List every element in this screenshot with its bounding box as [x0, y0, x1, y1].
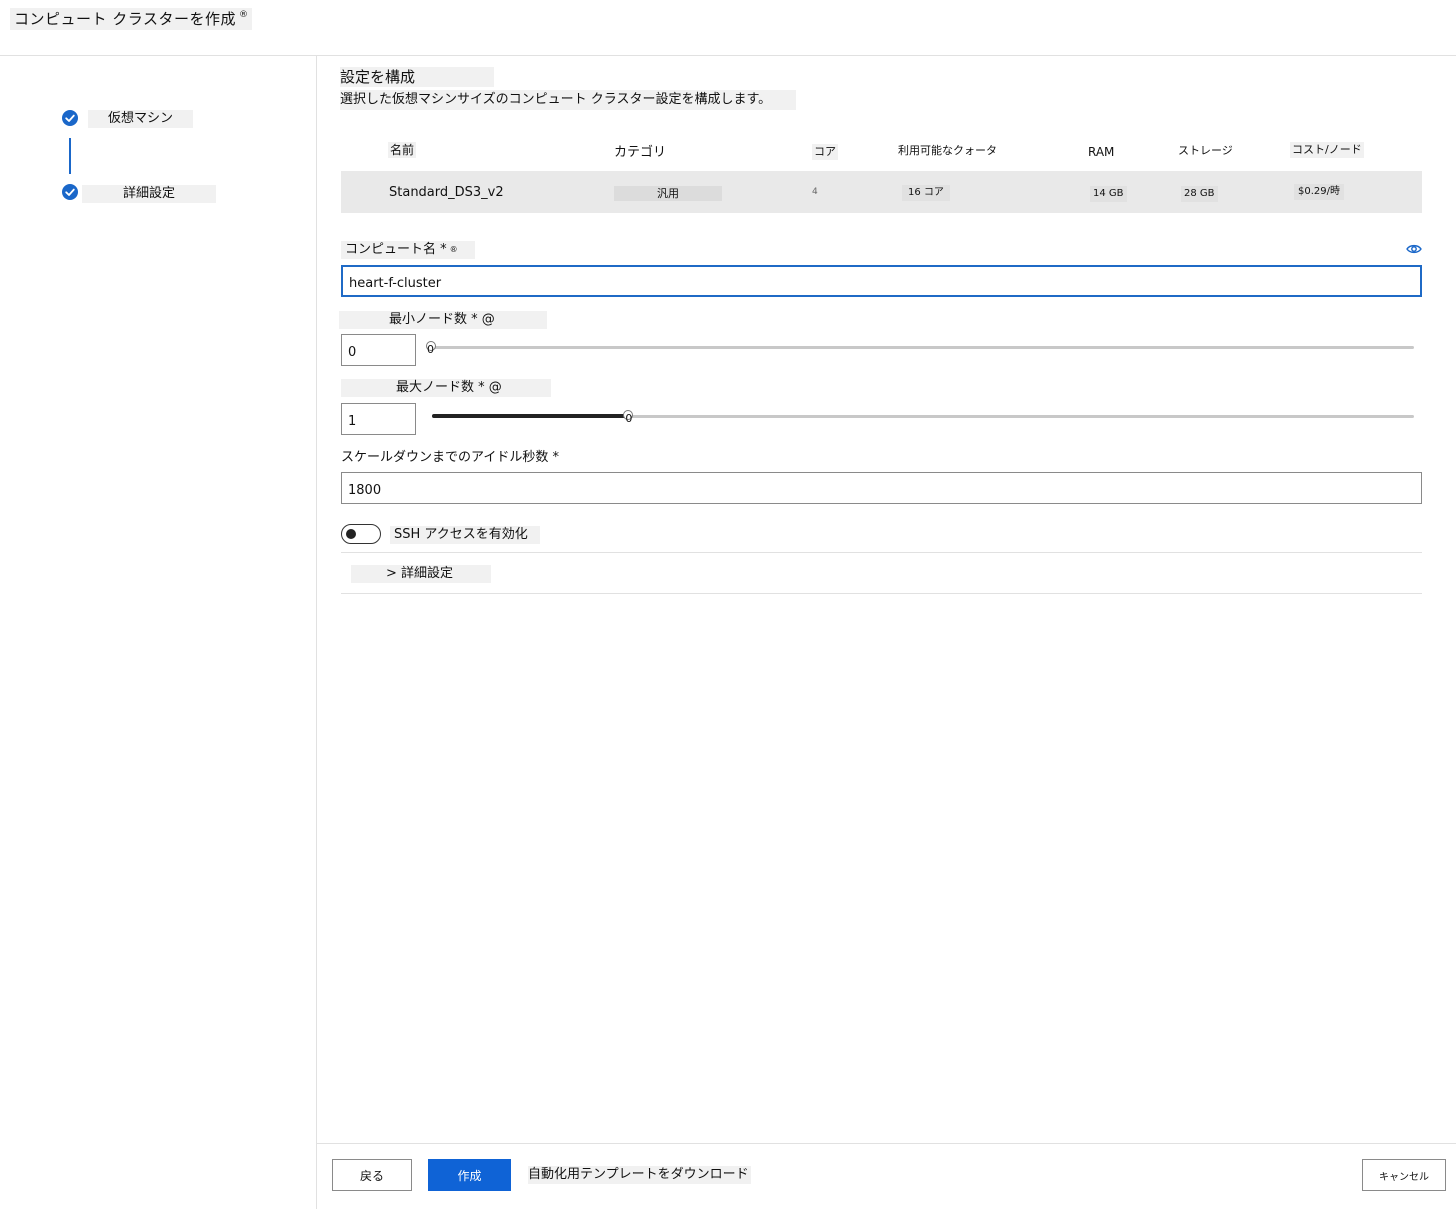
column-header-name: 名前 — [388, 142, 417, 158]
column-header-category: カテゴリ — [614, 145, 667, 160]
ssh-toggle[interactable] — [341, 524, 381, 544]
max-nodes-label: 最大ノード数 * @ — [341, 379, 551, 397]
min-nodes-label-text: 最小ノード数 * @ — [389, 312, 495, 327]
cancel-button[interactable]: キャンセル — [1362, 1159, 1446, 1191]
compute-name-label-text: コンピュート名 * — [345, 242, 447, 257]
max-nodes-slider-value: 0 — [625, 412, 633, 425]
check-circle-icon — [62, 110, 78, 126]
max-nodes-slider-fill — [432, 414, 629, 418]
vm-storage: 28 GB — [1181, 186, 1218, 202]
step-virtual-machine[interactable]: 仮想マシン — [88, 110, 193, 128]
max-nodes-label-text: 最大ノード数 * @ — [396, 380, 502, 395]
min-nodes-slider-value: 0 — [427, 343, 434, 356]
vm-name: Standard_DS3_v2 — [389, 185, 504, 200]
compute-name-input[interactable] — [341, 265, 1422, 297]
column-header-storage: ストレージ — [1178, 144, 1233, 157]
idle-seconds-input[interactable] — [341, 472, 1422, 504]
vm-cost: $0.29/時 — [1294, 184, 1344, 200]
max-nodes-input[interactable] — [341, 403, 416, 435]
eye-icon[interactable] — [1406, 240, 1422, 259]
divider — [341, 552, 1422, 553]
page-title-text: コンピュート クラスターを作成 — [14, 10, 236, 28]
ssh-label: SSH アクセスを有効化 — [390, 526, 540, 544]
min-nodes-label: 最小ノード数 * @ — [339, 311, 547, 329]
step-connector — [69, 138, 71, 174]
page-title: コンピュート クラスターを作成 ® — [10, 8, 253, 30]
column-header-cost: コスト/ノード — [1290, 142, 1364, 158]
section-title: 設定を構成 — [340, 67, 494, 87]
advanced-settings-expander[interactable]: > 詳細設定 — [351, 565, 491, 583]
column-header-quota: 利用可能なクォータ — [898, 144, 997, 157]
create-button[interactable]: 作成 — [428, 1159, 511, 1191]
vm-ram: 14 GB — [1090, 186, 1127, 202]
info-icon[interactable]: ® — [450, 245, 458, 254]
vm-cores: 4 — [812, 187, 818, 197]
min-nodes-slider[interactable] — [432, 346, 1414, 349]
idle-seconds-label: スケールダウンまでのアイドル秒数 * — [341, 450, 559, 465]
toggle-knob — [346, 529, 356, 539]
compute-name-label: コンピュート名 * ® — [341, 241, 475, 259]
info-icon[interactable]: ® — [239, 10, 249, 20]
section-description: 選択した仮想マシンサイズのコンピュート クラスター設定を構成します。 — [340, 90, 796, 110]
header-divider — [0, 55, 1456, 56]
advanced-settings-label: > 詳細設定 — [386, 566, 454, 581]
min-nodes-input[interactable] — [341, 334, 416, 366]
divider — [341, 593, 1422, 594]
vm-category: 汎用 — [614, 186, 722, 201]
column-header-cores: コア — [812, 144, 838, 160]
column-header-ram: RAM — [1088, 145, 1115, 159]
sidebar-divider — [316, 56, 317, 1209]
step-advanced-settings[interactable]: 詳細設定 — [82, 185, 216, 203]
back-button[interactable]: 戻る — [332, 1159, 412, 1191]
footer-divider — [316, 1143, 1456, 1144]
download-template-link[interactable]: 自動化用テンプレートをダウンロード — [528, 1166, 751, 1184]
vm-quota: 16 コア — [902, 185, 950, 201]
check-circle-icon — [62, 184, 78, 200]
